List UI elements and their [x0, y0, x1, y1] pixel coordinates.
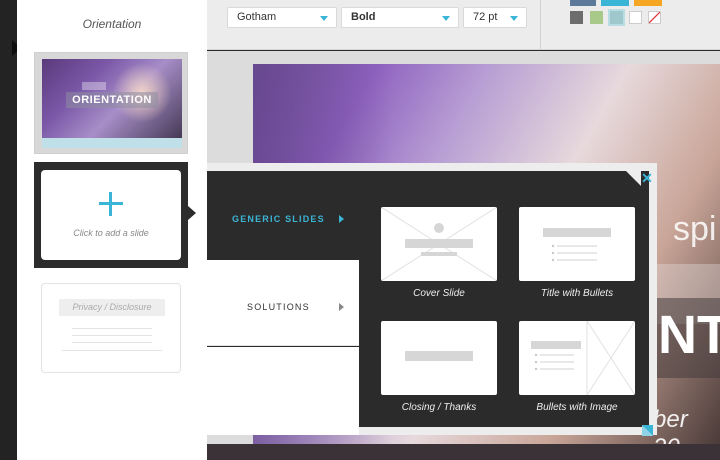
- chevron-right-icon: [339, 303, 344, 311]
- slide-panel: Orientation ORIENTATION Click to add a s…: [17, 0, 207, 460]
- font-family-select[interactable]: Gotham: [227, 7, 337, 28]
- current-slide-label: Orientation: [82, 17, 142, 31]
- color-swatch-teal[interactable]: [608, 9, 625, 26]
- font-family-value: Gotham: [237, 11, 277, 23]
- template-cover-slide[interactable]: [381, 207, 497, 281]
- slide-thumbnail-orientation[interactable]: ORIENTATION: [34, 52, 188, 154]
- slide-thumbnail-privacy[interactable]: Privacy / Disclosure: [41, 283, 181, 373]
- no-color-swatch[interactable]: [648, 11, 661, 24]
- template-name: Closing / Thanks: [401, 402, 477, 413]
- color-swatch-green[interactable]: [590, 11, 603, 24]
- no-color-icon: [649, 12, 660, 23]
- template-picker-popup: GENERIC SLIDES SOLUTIONS Cover Slide Tit…: [207, 163, 657, 435]
- add-slide-button[interactable]: Click to add a slide: [41, 170, 181, 260]
- privacy-card-label: Privacy / Disclosure: [59, 299, 165, 316]
- thumbnail-image: ORIENTATION: [42, 59, 182, 148]
- thumbnail-title: ORIENTATION: [66, 92, 158, 108]
- slide-date-fragment: ber 20: [653, 406, 688, 444]
- format-toolbar: Gotham Bold 72 pt: [207, 0, 720, 50]
- category-label: GENERIC SLIDES: [232, 214, 325, 224]
- thumbnail-logo: [82, 82, 106, 90]
- font-size-select[interactable]: 72 pt: [463, 7, 527, 28]
- template-name: Title with Bullets: [540, 288, 614, 299]
- closing-icon: [405, 351, 473, 361]
- font-weight-select[interactable]: Bold: [341, 7, 459, 28]
- add-slide-hint: Click to add a slide: [73, 228, 149, 238]
- add-slide-pointer-icon: [188, 206, 196, 220]
- cover-slide-icon: [381, 207, 497, 281]
- app-left-strip: [0, 0, 21, 460]
- chevron-down-icon: [320, 16, 328, 21]
- title-bullets-icon: [543, 228, 611, 262]
- template-name: Bullets with Image: [536, 402, 618, 413]
- add-slide-slot: Click to add a slide: [34, 162, 188, 268]
- template-bullets-with-image[interactable]: [519, 321, 635, 395]
- category-solutions[interactable]: SOLUTIONS: [207, 260, 359, 346]
- plus-icon: [99, 192, 123, 216]
- category-label: SOLUTIONS: [247, 302, 310, 312]
- chevron-down-icon: [442, 16, 450, 21]
- slide-text-fragment: spi: [673, 210, 717, 248]
- template-title-with-bullets[interactable]: [519, 207, 635, 281]
- close-icon[interactable]: ✕: [640, 171, 654, 185]
- color-swatch-white[interactable]: [629, 11, 642, 24]
- template-closing-thanks[interactable]: [381, 321, 497, 395]
- chevron-right-icon: [339, 215, 344, 223]
- font-weight-value: Bold: [351, 11, 376, 23]
- chevron-down-icon: [510, 16, 518, 21]
- bullets-image-icon: [531, 321, 635, 395]
- color-swatch-gray[interactable]: [570, 11, 583, 24]
- font-size-value: 72 pt: [473, 11, 498, 23]
- category-generic-slides[interactable]: GENERIC SLIDES: [207, 171, 359, 259]
- template-name: Cover Slide: [413, 288, 465, 299]
- slide-title-fragment: NT: [658, 305, 720, 365]
- resize-handle-icon[interactable]: [642, 425, 653, 436]
